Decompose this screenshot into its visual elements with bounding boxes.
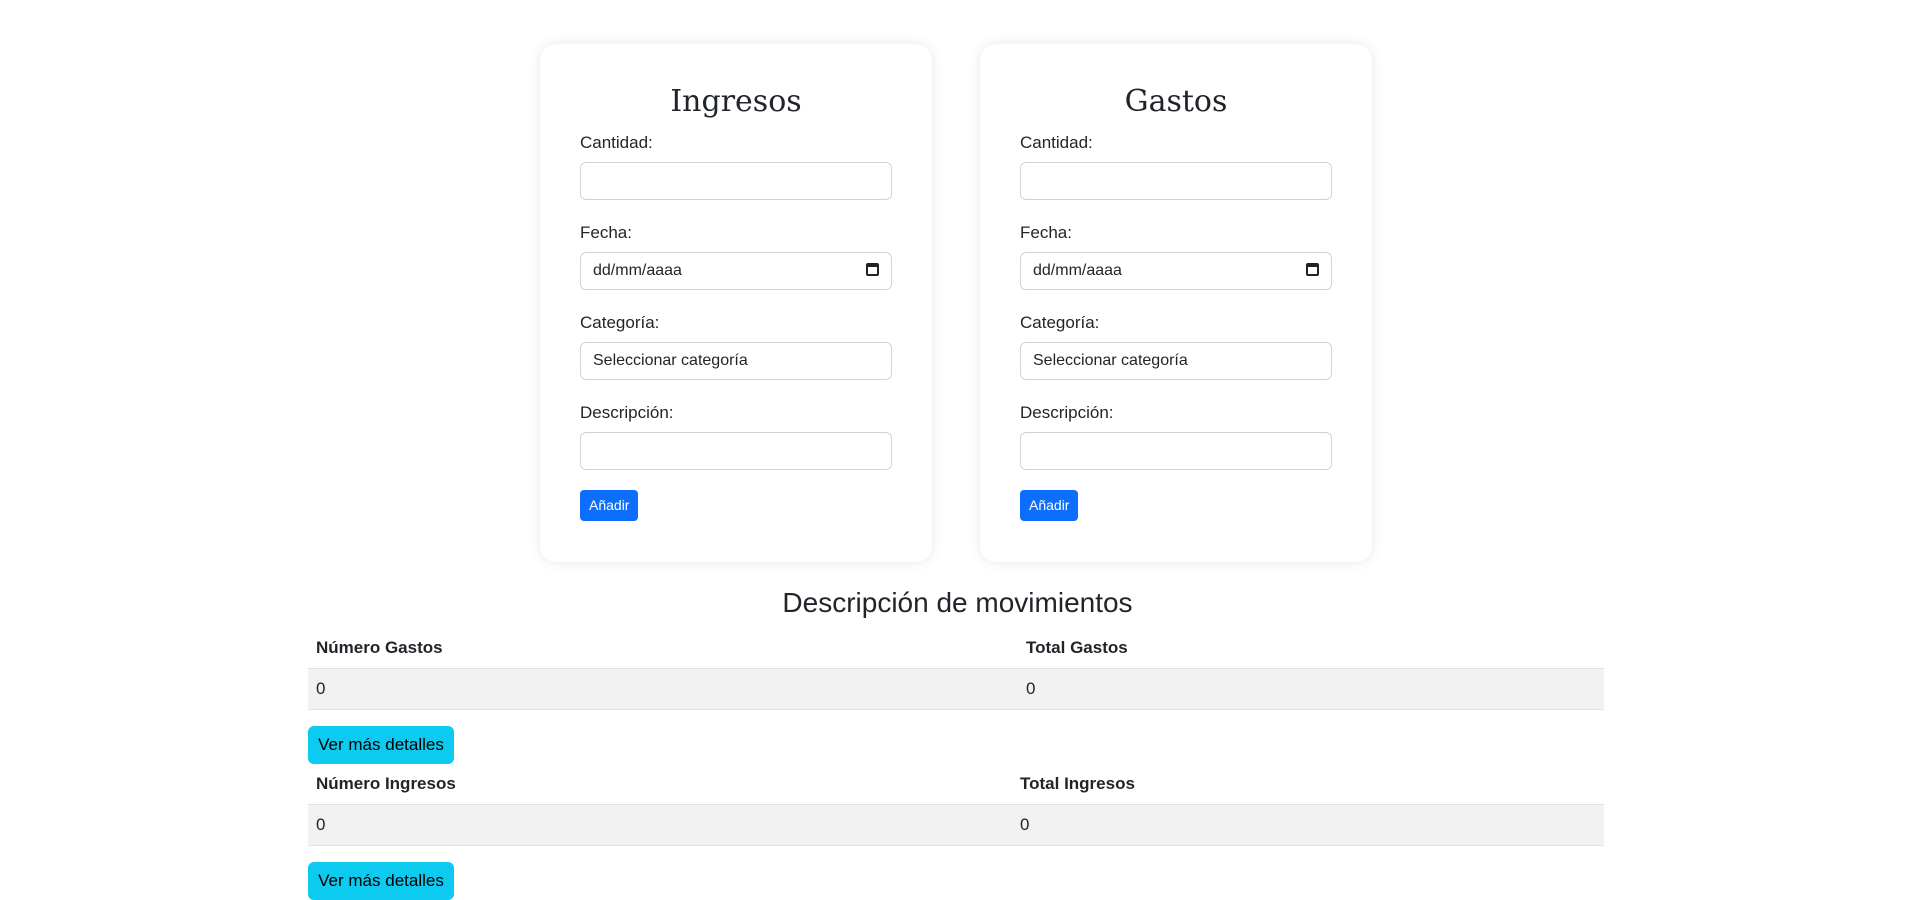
- table-header-row: Número Gastos Total Gastos: [308, 628, 1604, 669]
- table-row: 0 0: [308, 805, 1604, 846]
- gastos-categoria-select[interactable]: Seleccionar categoría: [1020, 342, 1332, 380]
- calendar-icon[interactable]: [1306, 263, 1319, 276]
- summary-title: Descripción de movimientos: [782, 587, 1133, 618]
- gastos-title: Gastos: [1124, 84, 1228, 119]
- ingresos-categoria-label: Categoría:: [580, 313, 660, 332]
- gastos-add-button[interactable]: Añadir: [1020, 490, 1079, 521]
- gastos-summary-table: Número Gastos Total Gastos 0 0: [308, 628, 1604, 710]
- ingresos-fecha-label: Fecha:: [580, 223, 632, 242]
- total-ingresos-value: 0: [1020, 815, 1030, 834]
- gastos-card: Gastos Cantidad: Fecha: dd/mm/aaaa Categ…: [980, 44, 1372, 562]
- gastos-fecha-input[interactable]: dd/mm/aaaa: [1020, 252, 1332, 290]
- ingresos-summary-table: Número Ingresos Total Ingresos 0 0: [308, 764, 1604, 846]
- numero-ingresos-value: 0: [316, 815, 326, 834]
- ingresos-title: Ingresos: [670, 84, 802, 119]
- header-total-gastos: Total Gastos: [1026, 638, 1128, 657]
- gastos-descripcion-label: Descripción:: [1020, 403, 1114, 422]
- header-numero-gastos: Número Gastos: [316, 638, 443, 657]
- ingresos-cantidad-label: Cantidad:: [580, 133, 653, 152]
- gastos-fecha-label: Fecha:: [1020, 223, 1072, 242]
- header-numero-ingresos: Número Ingresos: [316, 774, 456, 793]
- gastos-categoria-label: Categoría:: [1020, 313, 1100, 332]
- calendar-icon[interactable]: [866, 263, 879, 276]
- table-row: 0 0: [308, 669, 1604, 710]
- ingresos-descripcion-label: Descripción:: [580, 403, 674, 422]
- header-total-ingresos: Total Ingresos: [1020, 774, 1135, 793]
- ingresos-fecha-placeholder: dd/mm/aaaa: [593, 262, 682, 279]
- gastos-descripcion-input[interactable]: [1020, 432, 1332, 470]
- gastos-details-button[interactable]: Ver más detalles: [308, 726, 454, 764]
- ingresos-categoria-select[interactable]: Seleccionar categoría: [580, 342, 892, 380]
- gastos-fecha-placeholder: dd/mm/aaaa: [1033, 262, 1122, 279]
- ingresos-details-button[interactable]: Ver más detalles: [308, 862, 454, 900]
- ingresos-add-button[interactable]: Añadir: [580, 490, 639, 521]
- gastos-cantidad-label: Cantidad:: [1020, 133, 1093, 152]
- ingresos-descripcion-input[interactable]: [580, 432, 892, 470]
- ingresos-fecha-input[interactable]: dd/mm/aaaa: [580, 252, 892, 290]
- ingresos-card: Ingresos Cantidad: Fecha: dd/mm/aaaa Cat…: [540, 44, 932, 562]
- ingresos-cantidad-input[interactable]: [580, 162, 892, 200]
- table-header-row: Número Ingresos Total Ingresos: [308, 764, 1604, 805]
- total-gastos-value: 0: [1026, 679, 1036, 698]
- numero-gastos-value: 0: [316, 679, 326, 698]
- gastos-cantidad-input[interactable]: [1020, 162, 1332, 200]
